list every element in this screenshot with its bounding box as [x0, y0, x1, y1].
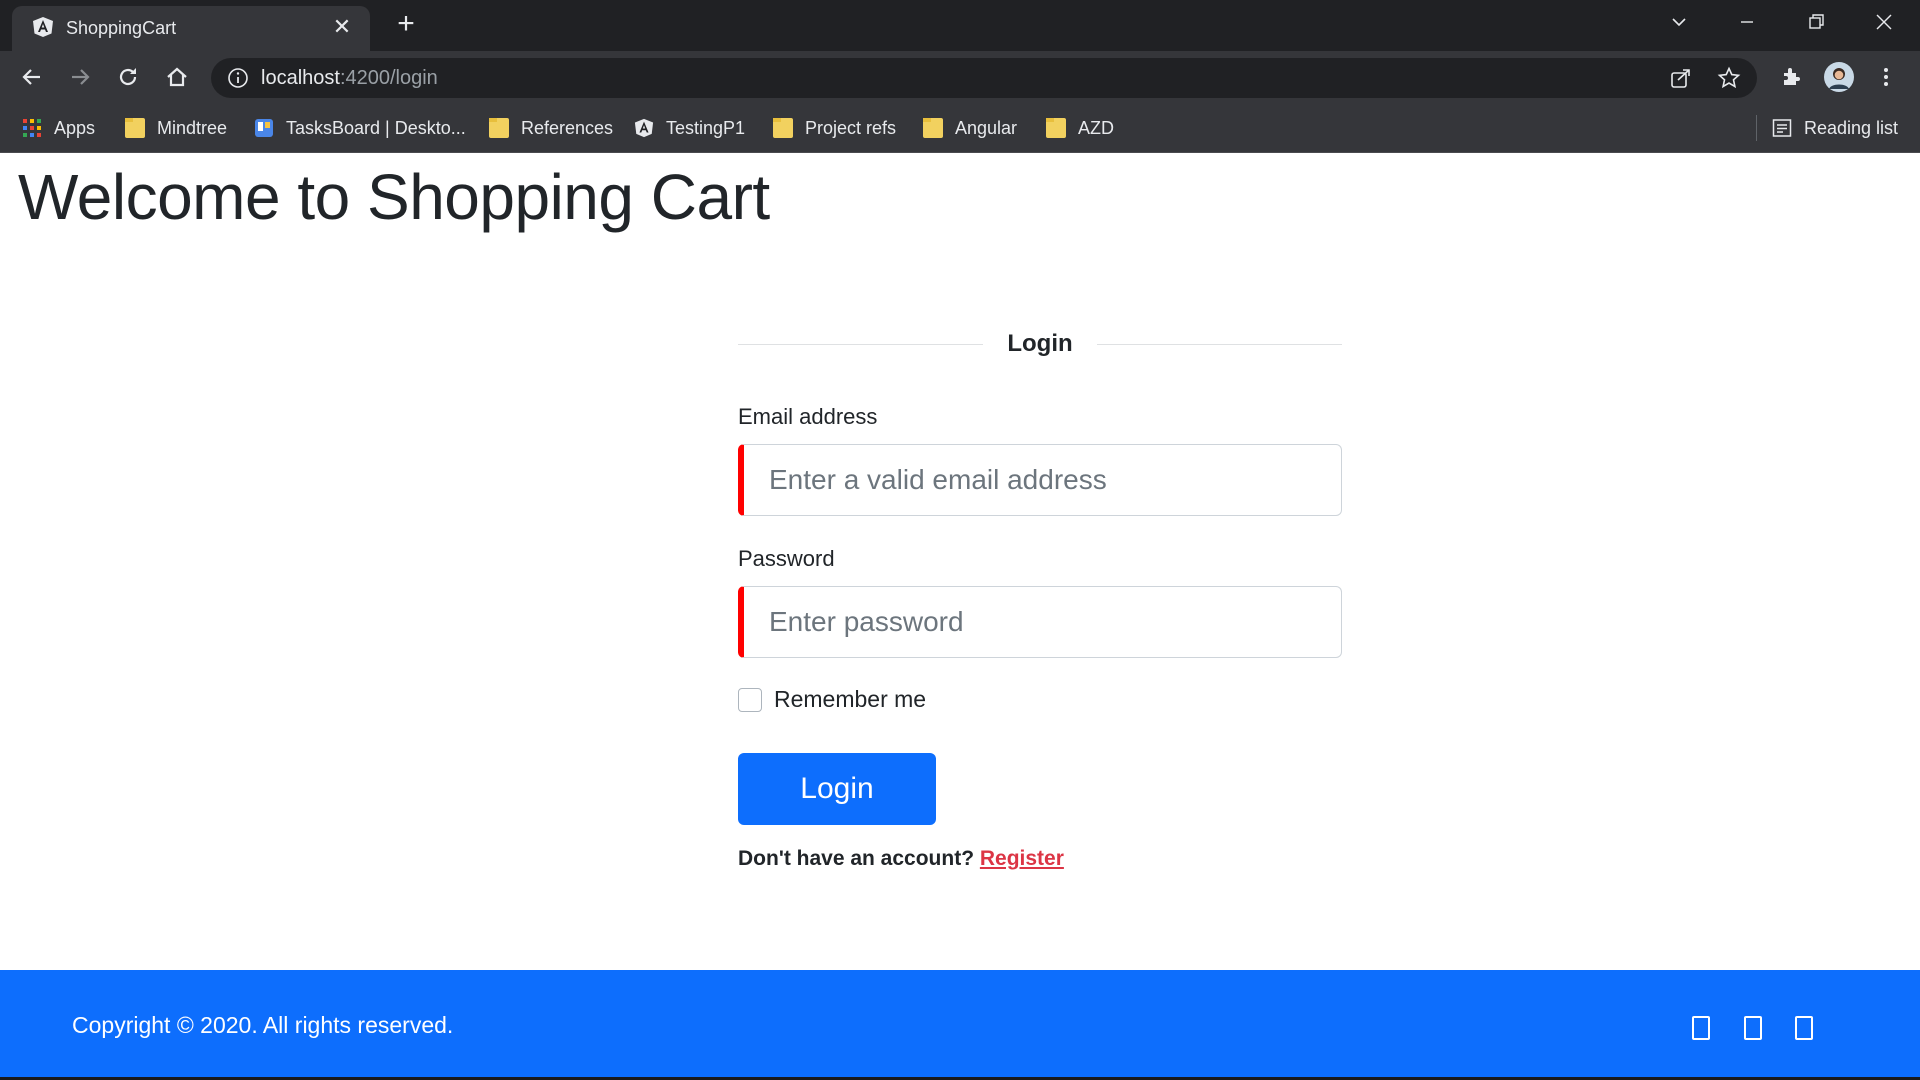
new-tab-icon[interactable]: + — [390, 9, 422, 41]
folder-icon — [1046, 118, 1066, 138]
bookmark-label: Angular — [955, 117, 1018, 138]
bookmark-star-icon[interactable] — [1717, 66, 1741, 90]
email-label: Email address — [738, 404, 878, 429]
footer: Copyright © 2020. All rights reserved. — [0, 970, 1920, 1080]
password-field[interactable] — [744, 587, 1341, 657]
share-icon[interactable] — [1669, 66, 1693, 90]
browser-tab[interactable]: ShoppingCart ✕ — [12, 6, 370, 51]
tasksboard-icon — [255, 119, 273, 137]
apps-grid-icon — [23, 119, 41, 137]
bookmark-label: References — [521, 117, 614, 138]
folder-icon — [125, 118, 145, 138]
bookmark-label: AZD — [1078, 117, 1114, 138]
divider-line-right — [1097, 344, 1342, 345]
login-form: Login Email address Password Remember me… — [738, 320, 1342, 871]
bookmark-label: Project refs — [805, 117, 897, 138]
folder-icon — [923, 118, 943, 138]
back-icon[interactable] — [16, 61, 48, 93]
close-tab-icon[interactable]: ✕ — [328, 13, 356, 41]
folder-icon — [489, 118, 509, 138]
close-window-icon[interactable] — [1862, 6, 1906, 38]
social-link-1-icon[interactable] — [1692, 1016, 1710, 1040]
bookmark-project-refs[interactable]: Project refs — [773, 113, 896, 143]
password-label: Password — [738, 546, 835, 571]
reading-list-icon — [1772, 119, 1792, 137]
reading-list-button[interactable]: Reading list — [1772, 113, 1898, 143]
bookmark-azd[interactable]: AZD — [1046, 113, 1114, 143]
tab-title: ShoppingCart — [66, 18, 177, 38]
email-field[interactable] — [744, 445, 1341, 515]
bookmark-apps[interactable]: Apps — [22, 113, 95, 143]
reading-list-label: Reading list — [1804, 117, 1899, 138]
angular-icon — [634, 118, 654, 138]
bookmark-label: Apps — [54, 117, 96, 138]
forward-icon[interactable] — [64, 61, 96, 93]
folder-icon — [773, 118, 793, 138]
register-link[interactable]: Register — [980, 847, 1064, 870]
bookmark-label: Mindtree — [157, 117, 228, 138]
email-field-wrapper — [738, 444, 1342, 516]
login-button[interactable]: Login — [738, 753, 936, 825]
reload-icon[interactable] — [112, 61, 144, 93]
restore-icon[interactable] — [1794, 6, 1838, 38]
profile-avatar[interactable] — [1823, 61, 1855, 93]
copyright-text: Copyright © 2020. All rights reserved. — [72, 1012, 454, 1038]
bookmarks-bar: Apps Mindtree TasksBoard | Deskto... Ref… — [0, 103, 1920, 153]
site-info-icon[interactable] — [227, 67, 249, 89]
bookmark-testingp1[interactable]: TestingP1 — [634, 113, 745, 143]
minimize-icon[interactable] — [1725, 6, 1769, 38]
bookmarks-separator — [1756, 115, 1757, 141]
extensions-icon[interactable] — [1776, 61, 1808, 93]
browser-toolbar: localhost:4200/login — [0, 51, 1920, 103]
remember-me-label[interactable]: Remember me — [774, 686, 926, 713]
more-menu-icon[interactable] — [1870, 61, 1902, 93]
bookmark-tasksboard[interactable]: TasksBoard | Deskto... — [254, 113, 466, 143]
password-field-wrapper — [738, 586, 1342, 658]
tab-search-icon[interactable] — [1657, 6, 1701, 38]
url-text: localhost:4200/login — [261, 67, 438, 89]
remember-me-checkbox[interactable] — [738, 687, 762, 712]
bookmark-angular[interactable]: Angular — [923, 113, 1017, 143]
social-link-3-icon[interactable] — [1795, 1016, 1813, 1040]
bookmark-label: TestingP1 — [666, 117, 746, 138]
page-title: Welcome to Shopping Cart — [18, 161, 770, 233]
tab-strip: ShoppingCart ✕ + — [0, 0, 1920, 51]
bookmark-label: TasksBoard | Deskto... — [286, 117, 466, 138]
login-divider: Login — [738, 320, 1342, 374]
bookmark-mindtree[interactable]: Mindtree — [125, 113, 227, 143]
angular-favicon-icon — [33, 17, 53, 37]
address-bar[interactable]: localhost:4200/login — [211, 58, 1757, 98]
bookmark-references[interactable]: References — [489, 113, 613, 143]
remember-me-row: Remember me — [738, 686, 1342, 713]
no-account-text: Don't have an account? — [738, 847, 975, 870]
social-link-2-icon[interactable] — [1744, 1016, 1762, 1040]
home-icon[interactable] — [161, 61, 193, 93]
signup-prompt: Don't have an account? Register — [738, 847, 1342, 871]
